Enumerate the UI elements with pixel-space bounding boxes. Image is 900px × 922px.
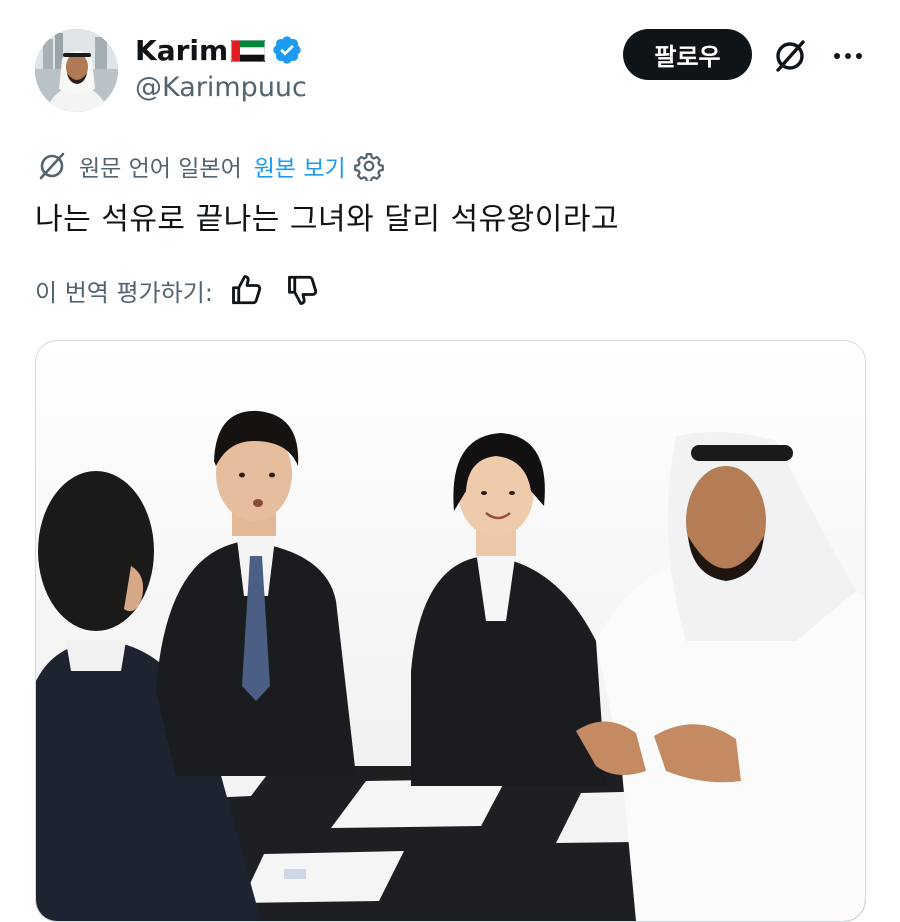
thumbs-down-icon[interactable] (285, 272, 321, 308)
avatar-image (35, 29, 118, 112)
verified-badge-icon[interactable] (271, 34, 303, 66)
grok-icon[interactable] (770, 36, 810, 76)
tweet-text: 나는 석유로 끝나는 그녀와 달리 석유왕이라고 (35, 202, 620, 237)
show-original-link[interactable]: 원본 보기 (254, 149, 346, 183)
translation-source-text: 원문 언어 일본어 (79, 156, 242, 182)
tweet-image[interactable] (35, 340, 866, 922)
rate-translation-label: 이 번역 평가하기: (35, 278, 213, 307)
author-handle[interactable]: @Karimpuuc (135, 72, 307, 103)
thumbs-up-icon[interactable] (229, 272, 265, 308)
translation-info: 원문 언어 일본어 원본 보기 (35, 148, 384, 184)
author-name[interactable]: Karim (135, 34, 228, 67)
uae-flag-icon (231, 40, 266, 62)
gear-icon[interactable] (353, 151, 384, 181)
rate-translation: 이 번역 평가하기: (35, 270, 321, 310)
interview-photo (36, 341, 865, 921)
more-icon[interactable] (828, 36, 868, 76)
author-name-row[interactable]: Karim (135, 30, 303, 70)
follow-button[interactable]: 팔로우 (623, 29, 752, 80)
avatar[interactable] (35, 29, 118, 112)
translate-icon (39, 152, 65, 180)
